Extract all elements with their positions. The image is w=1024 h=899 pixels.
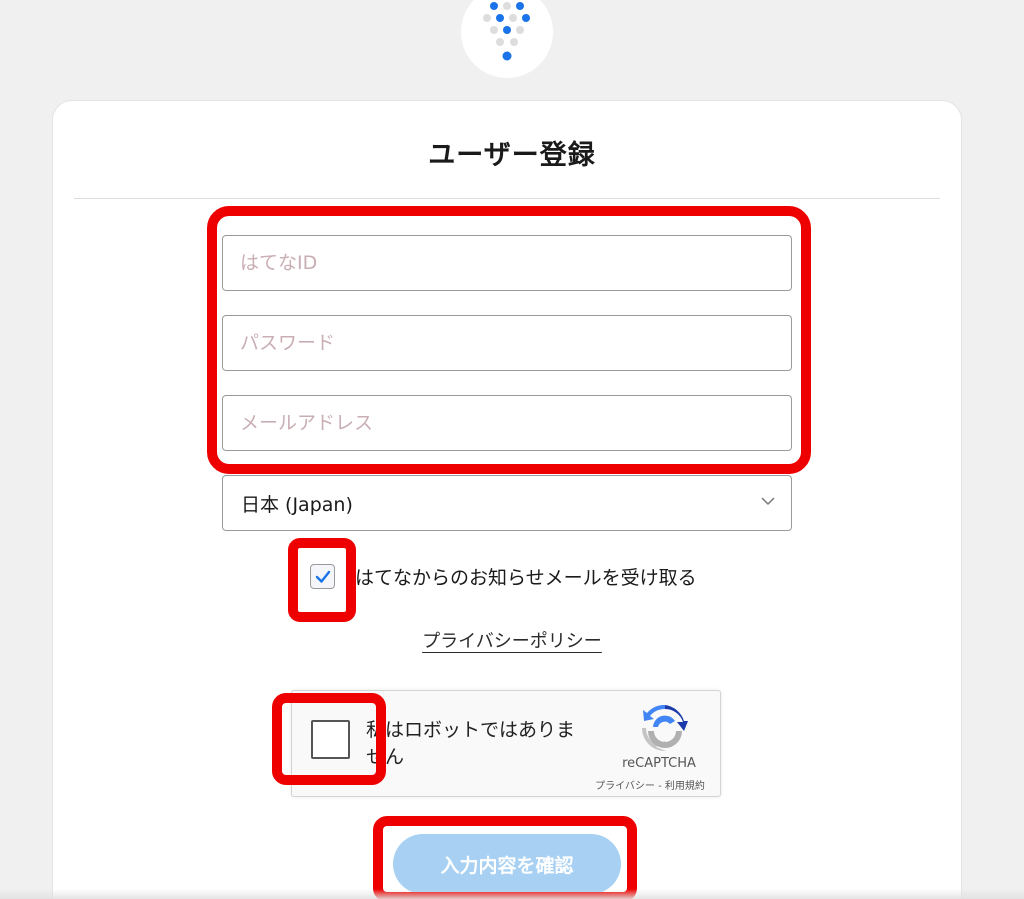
privacy-policy-link[interactable]: プライバシーポリシー	[0, 627, 1024, 653]
chevron-down-icon	[761, 497, 775, 506]
recaptcha-checkbox[interactable]	[311, 720, 350, 759]
password-input[interactable]	[222, 315, 792, 371]
hatena-id-input[interactable]	[222, 235, 792, 291]
confirm-input-button[interactable]: 入力内容を確認	[393, 834, 621, 894]
recaptcha-links[interactable]: プライバシー - 利用規約	[580, 777, 720, 792]
newsletter-option: はてなからのお知らせメールを受け取る	[310, 563, 697, 590]
recaptcha-label: 私はロボットではありません	[366, 719, 576, 768]
bottom-fade	[0, 889, 1024, 899]
recaptcha-brand: reCAPTCHA	[622, 756, 696, 771]
newsletter-label: はてなからのお知らせメールを受け取る	[355, 567, 697, 589]
email-input[interactable]	[222, 395, 792, 451]
hatena-dots-logo-icon	[483, 2, 530, 61]
recaptcha-logo-icon	[642, 705, 688, 751]
country-select[interactable]: 日本 (Japan)	[222, 475, 792, 531]
title-divider	[74, 198, 940, 199]
newsletter-checkbox[interactable]	[310, 564, 335, 589]
logo-badge	[461, 0, 553, 78]
country-select-value: 日本 (Japan)	[241, 493, 353, 516]
checkmark-icon	[315, 570, 330, 583]
page-title: ユーザー登録	[428, 140, 596, 171]
recaptcha-widget: 私はロボットではありません reCAPTCHA プライバシー - 利用規約	[291, 690, 721, 797]
